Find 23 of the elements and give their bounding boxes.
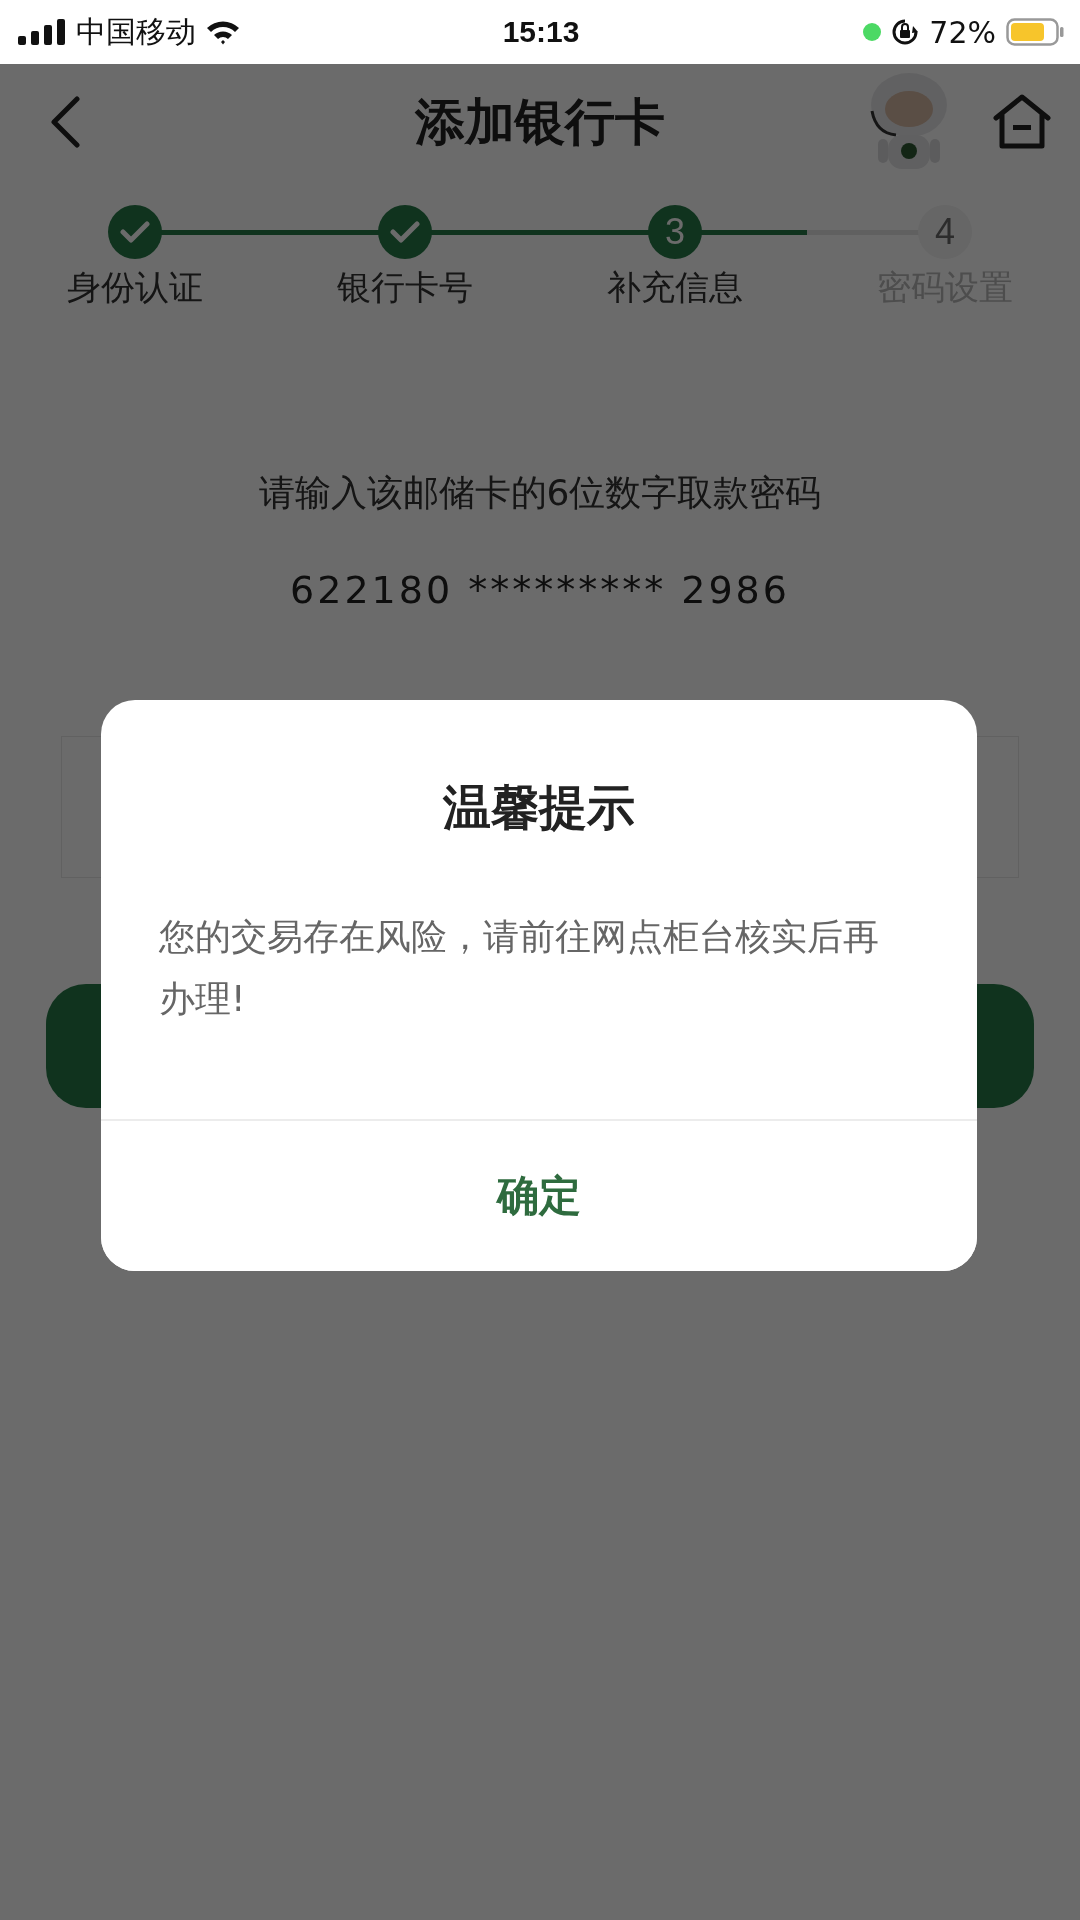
step-circle: 3 <box>648 205 702 259</box>
check-icon <box>390 220 420 244</box>
dot-icon <box>863 23 882 41</box>
back-icon[interactable] <box>50 96 80 148</box>
battery-icon <box>1006 18 1064 46</box>
home-icon[interactable] <box>992 94 1052 150</box>
page-title: 添加银行卡 <box>415 91 665 153</box>
signal-icon <box>18 19 66 45</box>
step-circle: 4 <box>918 205 972 259</box>
confirm-button[interactable]: 确定 <box>101 1119 977 1271</box>
step-label: 银行卡号 <box>337 266 473 309</box>
card-number: 622180 ********* 2986 <box>289 568 791 612</box>
dialog-message: 您的交易存在风险，请前往网点柜台核实后再办理! <box>159 915 880 1021</box>
check-icon <box>120 220 150 244</box>
prompt-text: 请输入该邮储卡的6位数字取款密码 <box>257 471 823 515</box>
wifi-icon <box>206 19 240 45</box>
clock-time: 15:13 <box>502 15 580 49</box>
rotation-lock-icon <box>891 18 920 46</box>
step-label: 身份认证 <box>67 266 203 309</box>
step-label: 补充信息 <box>607 266 743 309</box>
battery-percent: 72% <box>929 14 996 50</box>
dialog-title: 温馨提示 <box>443 778 635 837</box>
carrier-name: 中国移动 <box>76 12 196 51</box>
